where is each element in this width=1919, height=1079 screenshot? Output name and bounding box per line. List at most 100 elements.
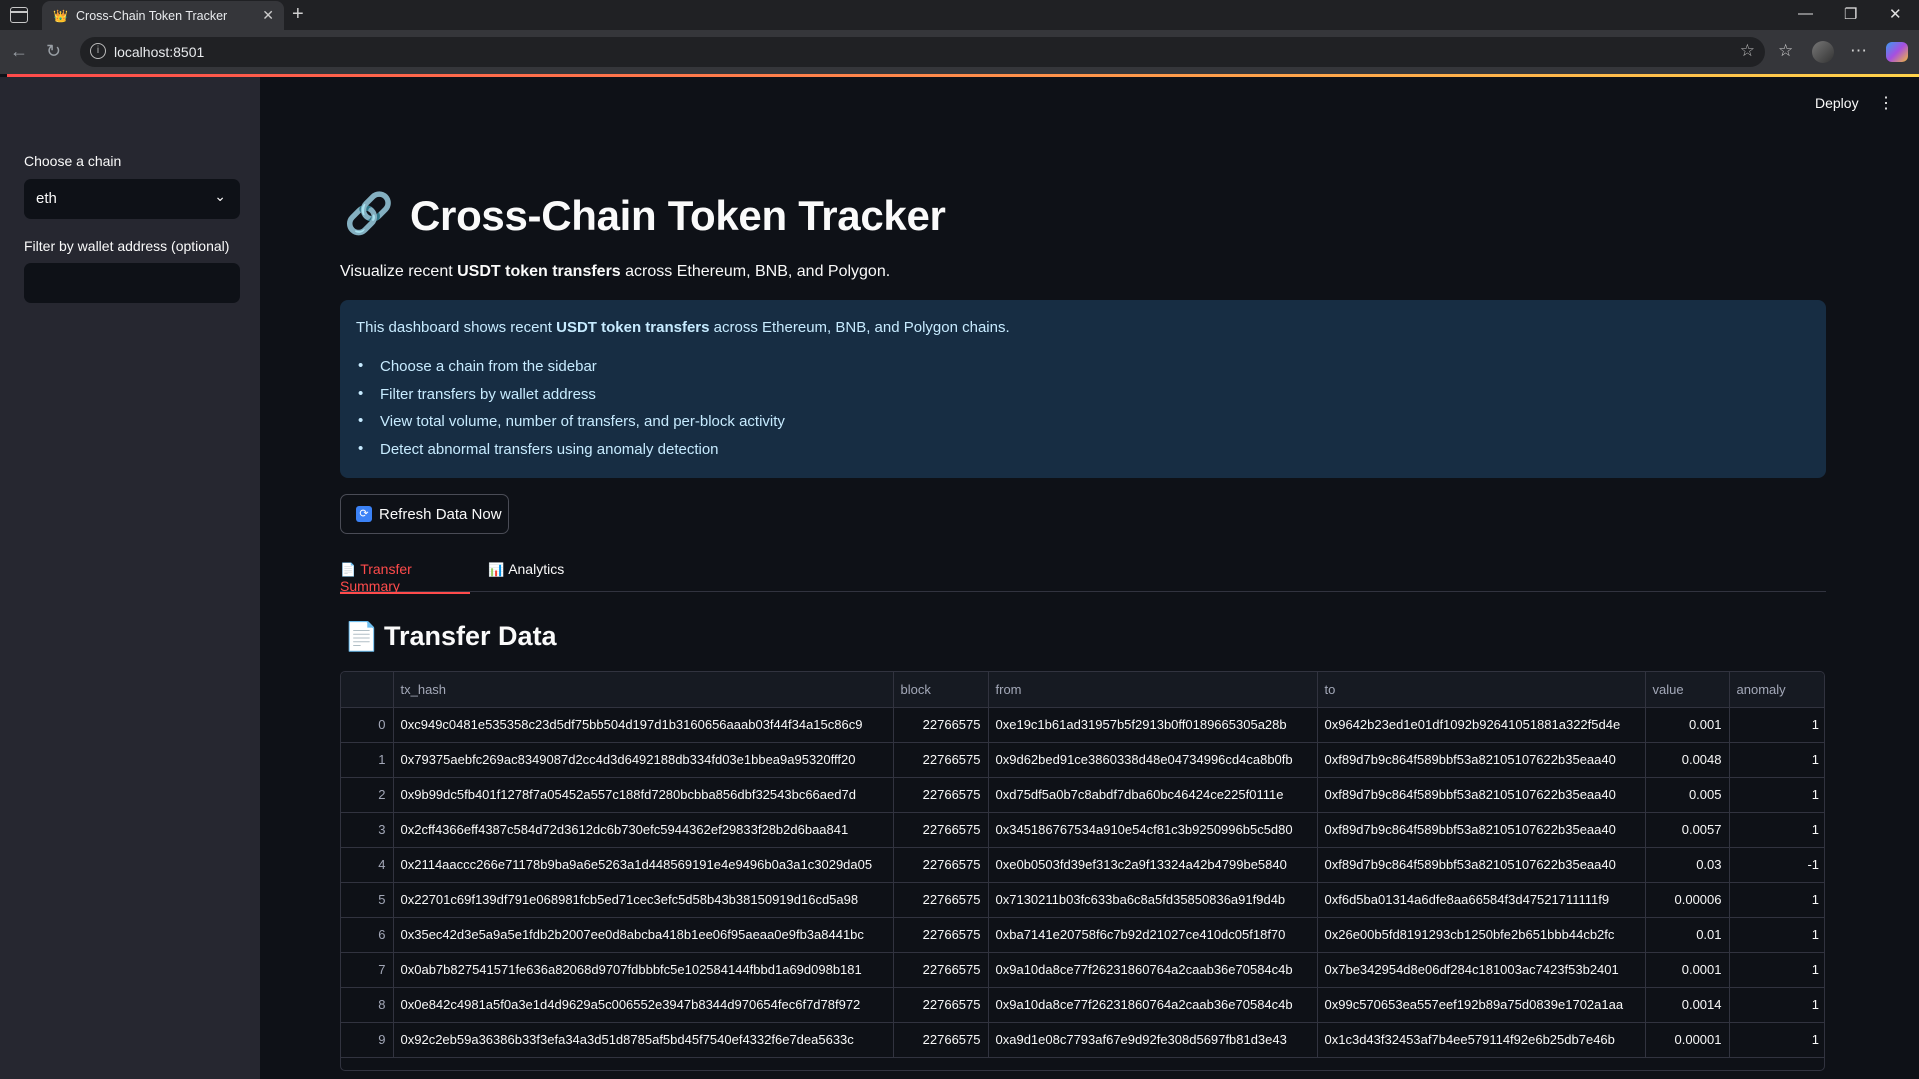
cell-tx-hash[interactable]: 0x9b99dc5fb401f1278f7a05452a557c188fd728… bbox=[393, 777, 894, 813]
wallet-filter-input[interactable] bbox=[24, 263, 240, 303]
cell-to[interactable]: 0xf89d7b9c864f589bbf53a82105107622b35eaa… bbox=[1317, 812, 1646, 848]
cell-value[interactable]: 0.0014 bbox=[1645, 987, 1730, 1023]
cell-index[interactable]: 1 bbox=[341, 742, 394, 778]
tab-analytics[interactable]: 📊 Analytics bbox=[488, 561, 564, 578]
cell-to[interactable]: 0xf6d5ba01314a6dfe8aa66584f3d47521711111… bbox=[1317, 882, 1646, 918]
cell-anomaly[interactable]: 1 bbox=[1729, 777, 1824, 813]
column-header-block[interactable]: block bbox=[893, 672, 989, 708]
cell-value[interactable]: 0.00001 bbox=[1645, 1022, 1730, 1058]
cell-anomaly[interactable]: 1 bbox=[1729, 882, 1824, 918]
cell-index[interactable]: 2 bbox=[341, 777, 394, 813]
reload-icon[interactable]: ↻ bbox=[46, 41, 61, 62]
cell-tx-hash[interactable]: 0x0ab7b827541571fe636a82068d9707fdbbbfc5… bbox=[393, 952, 894, 988]
refresh-data-button[interactable]: ⟳ Refresh Data Now bbox=[340, 494, 509, 534]
cell-from[interactable]: 0x9a10da8ce77f26231860764a2caab36e70584c… bbox=[988, 952, 1318, 988]
favorites-icon[interactable]: ☆ bbox=[1778, 41, 1793, 61]
deploy-button[interactable]: Deploy bbox=[1815, 95, 1859, 111]
url-text[interactable]: localhost:8501 bbox=[114, 44, 204, 60]
cell-from[interactable]: 0xe19c1b61ad31957b5f2913b0ff0189665305a2… bbox=[988, 707, 1318, 743]
cell-index[interactable]: 0 bbox=[341, 707, 394, 743]
cell-to[interactable]: 0x26e00b5fd8191293cb1250bfe2b651bbb44cb2… bbox=[1317, 917, 1646, 953]
cell-tx-hash[interactable]: 0x79375aebfc269ac8349087d2cc4d3d6492188d… bbox=[393, 742, 894, 778]
cell-index[interactable]: 7 bbox=[341, 952, 394, 988]
tab-actions-icon[interactable] bbox=[10, 7, 28, 23]
cell-value[interactable]: 0.0048 bbox=[1645, 742, 1730, 778]
table-row[interactable]: 0 0xc949c0481e535358c23d5df75bb504d197d1b… bbox=[341, 707, 1824, 743]
column-header-value[interactable]: value bbox=[1645, 672, 1730, 708]
cell-value[interactable]: 0.0001 bbox=[1645, 952, 1730, 988]
cell-index[interactable]: 4 bbox=[341, 847, 394, 883]
cell-block[interactable]: 22766575 bbox=[893, 812, 989, 848]
close-tab-icon[interactable]: ✕ bbox=[262, 7, 274, 24]
cell-block[interactable]: 22766575 bbox=[893, 847, 989, 883]
cell-anomaly[interactable]: 1 bbox=[1729, 952, 1824, 988]
cell-tx-hash[interactable]: 0x35ec42d3e5a9a5e1fdb2b2007ee0d8abcba418… bbox=[393, 917, 894, 953]
cell-tx-hash[interactable]: 0x0e842c4981a5f0a3e1d4d9629a5c006552e394… bbox=[393, 987, 894, 1023]
cell-index[interactable]: 9 bbox=[341, 1022, 394, 1058]
cell-from[interactable]: 0x7130211b03fc633ba6c8a5fd35850836a91f9d… bbox=[988, 882, 1318, 918]
cell-block[interactable]: 22766575 bbox=[893, 777, 989, 813]
column-header-index[interactable] bbox=[341, 672, 394, 708]
cell-block[interactable]: 22766575 bbox=[893, 952, 989, 988]
cell-from[interactable]: 0xba7141e20758f6c7b92d21027ce410dc05f18f… bbox=[988, 917, 1318, 953]
cell-from[interactable]: 0xd75df5a0b7c8abdf7dba60bc46424ce225f011… bbox=[988, 777, 1318, 813]
cell-to[interactable]: 0xf89d7b9c864f589bbf53a82105107622b35eaa… bbox=[1317, 777, 1646, 813]
profile-avatar[interactable] bbox=[1812, 41, 1834, 63]
table-row[interactable]: 7 0x0ab7b827541571fe636a82068d9707fdbbbfc… bbox=[341, 952, 1824, 988]
cell-block[interactable]: 22766575 bbox=[893, 742, 989, 778]
back-icon[interactable]: ← bbox=[10, 41, 28, 62]
cell-index[interactable]: 6 bbox=[341, 917, 394, 953]
cell-to[interactable]: 0xf89d7b9c864f589bbf53a82105107622b35eaa… bbox=[1317, 847, 1646, 883]
column-header-from[interactable]: from bbox=[988, 672, 1318, 708]
bookmark-star-icon[interactable]: ☆ bbox=[1740, 41, 1755, 61]
more-options-icon[interactable]: ⋯ bbox=[1850, 41, 1867, 61]
table-row[interactable]: 9 0x92c2eb59a36386b33f3efa34a3d51d8785af5… bbox=[341, 1022, 1824, 1058]
cell-block[interactable]: 22766575 bbox=[893, 707, 989, 743]
cell-tx-hash[interactable]: 0x2114aaccc266e71178b9ba9a6e5263a1d44856… bbox=[393, 847, 894, 883]
table-row[interactable]: 2 0x9b99dc5fb401f1278f7a05452a557c188fd72… bbox=[341, 777, 1824, 813]
cell-anomaly[interactable]: 1 bbox=[1729, 812, 1824, 848]
cell-index[interactable]: 3 bbox=[341, 812, 394, 848]
main-menu-icon[interactable]: ⋮ bbox=[1878, 93, 1894, 113]
cell-anomaly[interactable]: -1 bbox=[1729, 847, 1824, 883]
cell-to[interactable]: 0xf89d7b9c864f589bbf53a82105107622b35eaa… bbox=[1317, 742, 1646, 778]
table-row[interactable]: 6 0x35ec42d3e5a9a5e1fdb2b2007ee0d8abcba41… bbox=[341, 917, 1824, 953]
copilot-icon[interactable] bbox=[1886, 42, 1908, 62]
cell-to[interactable]: 0x9642b23ed1e01df1092b92641051881a322f5d… bbox=[1317, 707, 1646, 743]
table-row[interactable]: 5 0x22701c69f139df791e068981fcb5ed71cec3e… bbox=[341, 882, 1824, 918]
browser-tab[interactable]: 👑 Cross-Chain Token Tracker ✕ bbox=[42, 1, 284, 30]
cell-from[interactable]: 0x9d62bed91ce3860338d48e04734996cd4ca8b0… bbox=[988, 742, 1318, 778]
cell-block[interactable]: 22766575 bbox=[893, 1022, 989, 1058]
table-row[interactable]: 4 0x2114aaccc266e71178b9ba9a6e5263a1d4485… bbox=[341, 847, 1824, 883]
cell-anomaly[interactable]: 1 bbox=[1729, 987, 1824, 1023]
table-row[interactable]: 8 0x0e842c4981a5f0a3e1d4d9629a5c006552e39… bbox=[341, 987, 1824, 1023]
cell-block[interactable]: 22766575 bbox=[893, 917, 989, 953]
column-header-tx-hash[interactable]: tx_hash bbox=[393, 672, 894, 708]
cell-from[interactable]: 0xa9d1e08c7793af67e9d92fe308d5697fb81d3e… bbox=[988, 1022, 1318, 1058]
close-window-icon[interactable]: ✕ bbox=[1889, 5, 1902, 23]
cell-tx-hash[interactable]: 0x92c2eb59a36386b33f3efa34a3d51d8785af5b… bbox=[393, 1022, 894, 1058]
url-field[interactable]: i localhost:8501 ☆ bbox=[80, 37, 1765, 67]
cell-block[interactable]: 22766575 bbox=[893, 882, 989, 918]
column-header-anomaly[interactable]: anomaly bbox=[1729, 672, 1824, 708]
cell-index[interactable]: 8 bbox=[341, 987, 394, 1023]
chain-select[interactable]: eth ⌄ bbox=[24, 179, 240, 219]
cell-value[interactable]: 0.01 bbox=[1645, 917, 1730, 953]
column-header-to[interactable]: to bbox=[1317, 672, 1646, 708]
cell-from[interactable]: 0xe0b0503fd39ef313c2a9f13324a42b4799be58… bbox=[988, 847, 1318, 883]
new-tab-icon[interactable]: + bbox=[292, 3, 304, 26]
cell-value[interactable]: 0.005 bbox=[1645, 777, 1730, 813]
cell-value[interactable]: 0.00006 bbox=[1645, 882, 1730, 918]
cell-value[interactable]: 0.03 bbox=[1645, 847, 1730, 883]
table-row[interactable]: 3 0x2cff4366eff4387c584d72d3612dc6b730efc… bbox=[341, 812, 1824, 848]
table-row[interactable]: 1 0x79375aebfc269ac8349087d2cc4d3d6492188… bbox=[341, 742, 1824, 778]
cell-anomaly[interactable]: 1 bbox=[1729, 742, 1824, 778]
minimize-icon[interactable]: — bbox=[1798, 5, 1813, 22]
cell-to[interactable]: 0x7be342954d8e06df284c181003ac7423f53b24… bbox=[1317, 952, 1646, 988]
transfer-data-table[interactable]: tx_hash block from to value anomaly 0 0xc… bbox=[340, 671, 1825, 1071]
cell-tx-hash[interactable]: 0x22701c69f139df791e068981fcb5ed71cec3ef… bbox=[393, 882, 894, 918]
cell-to[interactable]: 0x1c3d43f32453af7b4ee579114f92e6b25db7e4… bbox=[1317, 1022, 1646, 1058]
cell-from[interactable]: 0x345186767534a910e54cf81c3b9250996b5c5d… bbox=[988, 812, 1318, 848]
cell-to[interactable]: 0x99c570653ea557eef192b89a75d0839e1702a1… bbox=[1317, 987, 1646, 1023]
cell-tx-hash[interactable]: 0xc949c0481e535358c23d5df75bb504d197d1b3… bbox=[393, 707, 894, 743]
